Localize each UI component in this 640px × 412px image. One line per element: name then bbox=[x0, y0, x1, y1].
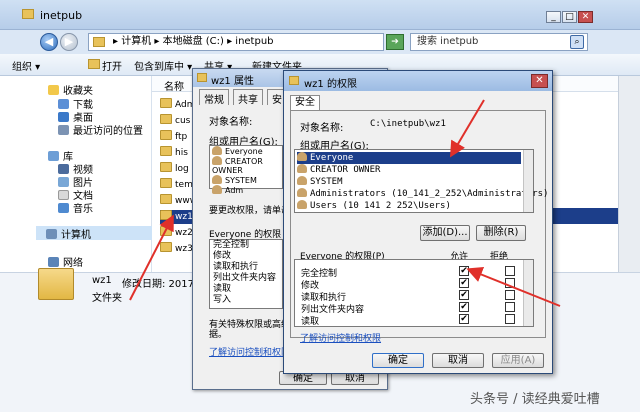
arrow-to-full-control bbox=[466, 267, 561, 307]
screenshot: inetpub _ □ ✕ ◀ ▶ ▸ 计算机 ▸ 本地磁盘 (C:) ▸ in… bbox=[0, 0, 640, 412]
annotation-arrows bbox=[129, 99, 561, 307]
watermark-text: 头条号 / 读经典爱吐槽 bbox=[470, 392, 600, 407]
arrow-to-everyone bbox=[449, 99, 485, 158]
arrow-to-folder bbox=[129, 214, 174, 301]
